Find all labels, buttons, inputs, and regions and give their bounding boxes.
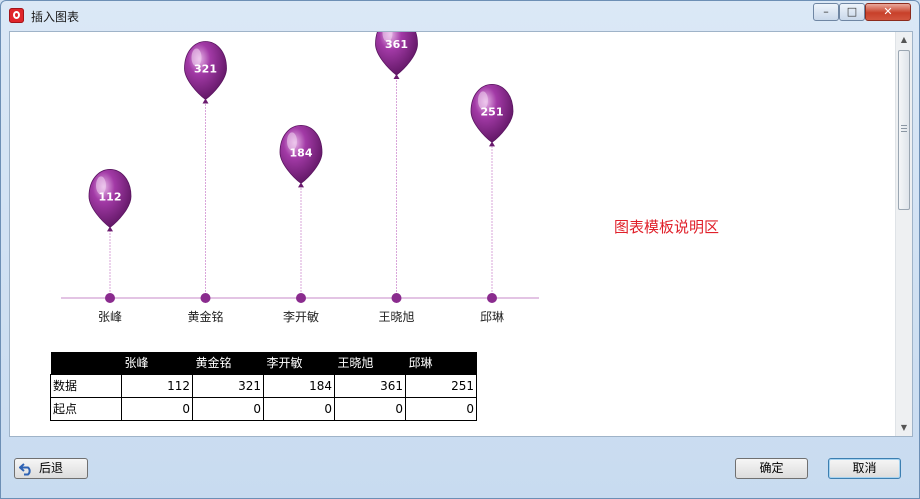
axis-point-dot <box>296 293 306 303</box>
balloon-knot <box>298 182 304 188</box>
table-header-cell: 王晓旭 <box>334 352 406 374</box>
category-label: 黄金铭 <box>187 309 223 324</box>
grip-icon <box>901 125 907 133</box>
table-cell[interactable]: 361 <box>334 373 406 398</box>
axis-point-dot <box>200 293 211 303</box>
vertical-scrollbar[interactable]: ▲ ▼ <box>895 32 912 436</box>
balloon-mark: 251 <box>470 83 514 298</box>
balloon-mark: 361 <box>375 32 418 298</box>
table-header-cell: 黄金铭 <box>192 352 264 374</box>
app-logo-icon <box>9 8 24 23</box>
table-row: 数据 112 321 184 361 251 <box>50 373 477 398</box>
table-header-cell: 张峰 <box>121 352 193 374</box>
data-table[interactable]: 张峰 黄金铭 李开敏 王晓旭 邱琳 数据 112 321 184 361 251 <box>50 352 477 421</box>
dialog-window: 插入图表 – □ ✕ 112 张峰 321 黄金铭 184 李开敏 361 王晓旭 251 邱琳 … <box>0 0 920 499</box>
maximize-button[interactable]: □ <box>839 3 865 21</box>
template-description: 图表模板说明区 <box>614 218 720 236</box>
chart-preview-area: 112 张峰 321 黄金铭 184 李开敏 361 王晓旭 251 邱琳 图表模板说明区 张峰 … <box>9 31 913 437</box>
title-bar[interactable]: 插入图表 – □ ✕ <box>1 1 919 31</box>
table-cell[interactable]: 112 <box>121 373 193 398</box>
table-cell[interactable]: 0 <box>263 396 335 421</box>
table-cell[interactable]: 0 <box>405 396 477 421</box>
table-header-cell: 李开敏 <box>263 352 335 374</box>
balloon-knot <box>489 141 495 147</box>
table-cell[interactable]: 251 <box>405 373 477 398</box>
table-cell[interactable]: 321 <box>192 373 264 398</box>
table-header-cell: 邱琳 <box>405 352 477 374</box>
back-button[interactable]: 后退 <box>14 458 88 479</box>
balloon-value-label: 184 <box>290 146 313 159</box>
category-label: 王晓旭 <box>378 310 414 324</box>
scroll-up-arrow-icon[interactable]: ▲ <box>896 32 912 48</box>
back-button-label: 后退 <box>39 461 64 475</box>
category-label: 李开敏 <box>283 309 319 324</box>
balloon-mark: 184 <box>279 124 323 298</box>
table-header-cell <box>50 352 122 374</box>
table-row: 起点 0 0 0 0 0 <box>50 396 477 421</box>
table-cell[interactable]: 0 <box>121 396 193 421</box>
window-title: 插入图表 <box>31 10 80 24</box>
balloon-value-label: 361 <box>385 38 408 51</box>
ok-button[interactable]: 确定 <box>735 458 808 479</box>
table-header-row: 张峰 黄金铭 李开敏 王晓旭 邱琳 <box>50 352 477 374</box>
table-cell[interactable]: 184 <box>263 373 335 398</box>
balloon-mark: 112 <box>88 169 132 298</box>
balloon-mark: 321 <box>184 41 227 298</box>
minimize-button[interactable]: – <box>813 3 839 21</box>
table-cell[interactable]: 0 <box>192 396 264 421</box>
row-label-cell[interactable]: 起点 <box>50 396 122 421</box>
axis-point-dot <box>391 293 402 303</box>
category-label: 张峰 <box>98 310 122 324</box>
axis-point-dot <box>105 293 115 303</box>
row-label-cell[interactable]: 数据 <box>50 373 122 398</box>
table-cell[interactable]: 0 <box>334 396 406 421</box>
balloon-value-label: 251 <box>481 105 504 118</box>
balloon-knot <box>202 98 209 104</box>
axis-point-dot <box>487 293 497 303</box>
close-button[interactable]: ✕ <box>865 3 911 21</box>
scrollbar-thumb[interactable] <box>898 50 910 210</box>
back-arrow-icon <box>19 463 31 476</box>
category-label: 邱琳 <box>480 310 504 324</box>
balloon-chart: 112 张峰 321 黄金铭 184 李开敏 361 王晓旭 251 邱琳 <box>61 32 539 324</box>
balloon-knot <box>393 74 400 79</box>
balloon-value-label: 112 <box>99 190 122 203</box>
balloon-knot <box>107 226 113 232</box>
cancel-button[interactable]: 取消 <box>828 458 901 479</box>
scroll-down-arrow-icon[interactable]: ▼ <box>896 420 912 436</box>
balloon-value-label: 321 <box>194 62 217 75</box>
